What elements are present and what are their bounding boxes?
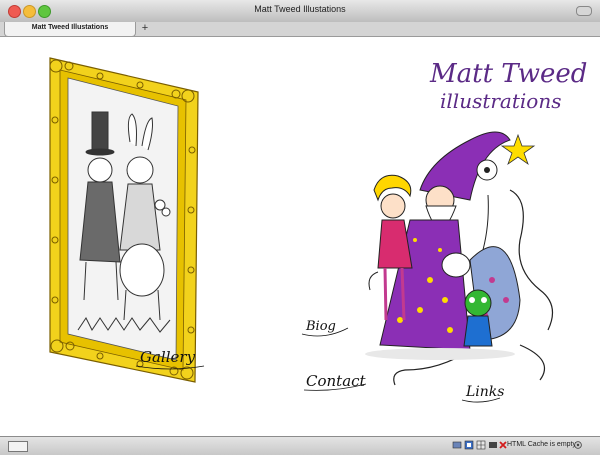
tab-label: Matt Tweed Illustations (31, 24, 109, 31)
site-logo[interactable]: Matt Tweed illustrations (429, 59, 587, 113)
nav-gallery-label: Gallery (140, 348, 196, 366)
nav-biog-label: Biog (305, 319, 336, 334)
gear-icon[interactable] (573, 440, 583, 450)
title-bar: Matt Tweed Illustations (0, 0, 600, 23)
console-icon[interactable] (488, 440, 498, 450)
nav-contact-label: Contact (306, 372, 367, 390)
grid-icon[interactable] (476, 440, 486, 450)
gallery-painting[interactable] (49, 57, 199, 383)
nav-gallery-link[interactable]: Gallery (135, 348, 205, 370)
page-content: Matt Tweed illustrations Gallery Biog Co… (0, 37, 600, 436)
nav-links-link[interactable]: Links (461, 384, 504, 403)
css-icon[interactable] (464, 440, 474, 450)
status-toggle-button[interactable] (8, 441, 28, 452)
toolbar-toggle-button[interactable] (576, 6, 592, 16)
tab-bar: Matt Tweed Illustations + (0, 22, 600, 37)
new-tab-button[interactable]: + (138, 22, 152, 36)
nav-contact-link[interactable]: Contact (303, 372, 367, 391)
tab-active[interactable]: Matt Tweed Illustations (4, 22, 136, 37)
nav-biog-link[interactable]: Biog (301, 319, 349, 337)
browser-window: Matt Tweed Illustations Matt Tweed Illus… (0, 0, 600, 455)
nav-links-label: Links (465, 384, 504, 400)
cache-status-text: HTML Cache is empty (507, 441, 576, 448)
status-bar: HTML Cache is empty (0, 436, 600, 455)
site-artwork: Matt Tweed illustrations Gallery Biog Co… (49, 57, 587, 403)
network-icon[interactable] (452, 440, 462, 450)
window-title: Matt Tweed Illustations (254, 4, 346, 14)
logo-line1: Matt Tweed (429, 59, 587, 89)
characters-illustration (365, 131, 554, 386)
logo-line2: illustrations (440, 89, 561, 113)
